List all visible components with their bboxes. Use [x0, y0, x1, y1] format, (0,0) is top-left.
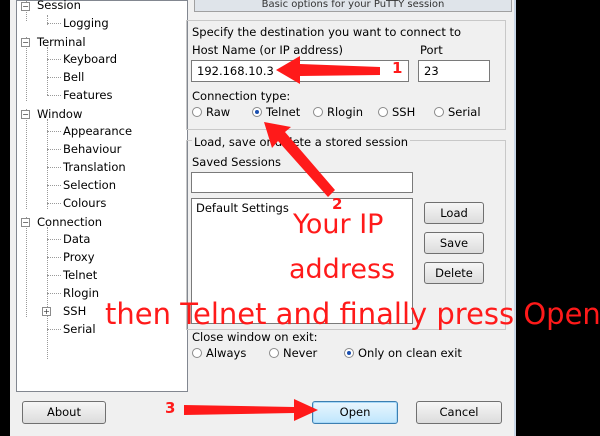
- port-label: Port: [420, 43, 443, 57]
- tree-item-proxy[interactable]: Proxy: [63, 250, 95, 264]
- radio-telnet[interactable]: Telnet: [252, 105, 300, 119]
- radio-indicator-icon: [192, 348, 202, 358]
- radio-indicator-icon: [313, 107, 323, 117]
- tree-item-serial[interactable]: Serial: [63, 322, 96, 336]
- annotation-your-ip: Your IP: [293, 209, 384, 240]
- tree-item-terminal[interactable]: Terminal: [37, 35, 86, 49]
- radio-raw[interactable]: Raw: [192, 105, 230, 119]
- tree-item-colours[interactable]: Colours: [63, 196, 106, 210]
- open-button[interactable]: Open: [312, 401, 398, 424]
- about-button[interactable]: About: [22, 401, 106, 424]
- radio-selected-icon: [252, 107, 262, 117]
- tree-item-keyboard[interactable]: Keyboard: [63, 52, 117, 66]
- radio-never[interactable]: Never: [269, 346, 317, 360]
- tree-item-window[interactable]: Window: [37, 107, 82, 121]
- step-3-number: 3: [165, 399, 176, 417]
- tree-item-bell[interactable]: Bell: [63, 70, 84, 84]
- tree-item-logging[interactable]: Logging: [63, 16, 109, 30]
- port-input[interactable]: 23: [418, 60, 490, 82]
- destination-label: Specify the destination you want to conn…: [192, 25, 462, 39]
- category-tree[interactable]: − Session Logging − Terminal Keyboard Be…: [16, 0, 188, 392]
- tree-item-telnet[interactable]: Telnet: [63, 268, 97, 282]
- tree-item-translation[interactable]: Translation: [63, 160, 126, 174]
- radio-always[interactable]: Always: [192, 346, 246, 360]
- step-1-number: 1: [392, 59, 403, 77]
- tree-item-features[interactable]: Features: [63, 88, 112, 102]
- radio-selected-icon: [344, 348, 354, 358]
- tree-item-data[interactable]: Data: [63, 232, 90, 246]
- panel-header: Basic options for your PuTTY session: [194, 0, 512, 12]
- saved-sessions-label: Saved Sessions: [192, 155, 282, 169]
- radio-rlogin[interactable]: Rlogin: [313, 105, 363, 119]
- tree-item-appearance[interactable]: Appearance: [63, 124, 132, 138]
- radio-indicator-icon: [378, 107, 388, 117]
- host-name-input[interactable]: 192.168.10.3: [191, 60, 409, 82]
- annotation-address: address: [289, 254, 396, 285]
- tree-item-connection[interactable]: Connection: [37, 215, 102, 229]
- load-button[interactable]: Load: [424, 202, 484, 224]
- save-button[interactable]: Save: [424, 232, 484, 254]
- annotation-instruction: then Telnet and finally press Open: [105, 297, 600, 331]
- tree-item-behaviour[interactable]: Behaviour: [63, 142, 121, 156]
- putty-window: − Session Logging − Terminal Keyboard Be…: [10, 0, 516, 436]
- cancel-button[interactable]: Cancel: [416, 401, 502, 424]
- radio-ssh[interactable]: SSH: [378, 105, 415, 119]
- delete-button[interactable]: Delete: [424, 262, 484, 284]
- host-name-label: Host Name (or IP address): [192, 43, 343, 57]
- connection-type-label: Connection type:: [192, 89, 291, 103]
- radio-indicator-icon: [269, 348, 279, 358]
- radio-serial[interactable]: Serial: [434, 105, 481, 119]
- radio-indicator-icon: [434, 107, 444, 117]
- close-window-label: Close window on exit:: [192, 330, 318, 344]
- session-group-label: Load, save or delete a stored session: [192, 135, 411, 149]
- radio-only-clean-exit[interactable]: Only on clean exit: [344, 346, 462, 360]
- saved-sessions-input[interactable]: [191, 172, 413, 193]
- radio-indicator-icon: [192, 107, 202, 117]
- tree-item-session[interactable]: Session: [37, 0, 81, 12]
- tree-item-rlogin[interactable]: Rlogin: [63, 286, 99, 300]
- tree-item-selection[interactable]: Selection: [63, 178, 116, 192]
- tree-item-ssh[interactable]: SSH: [63, 304, 86, 318]
